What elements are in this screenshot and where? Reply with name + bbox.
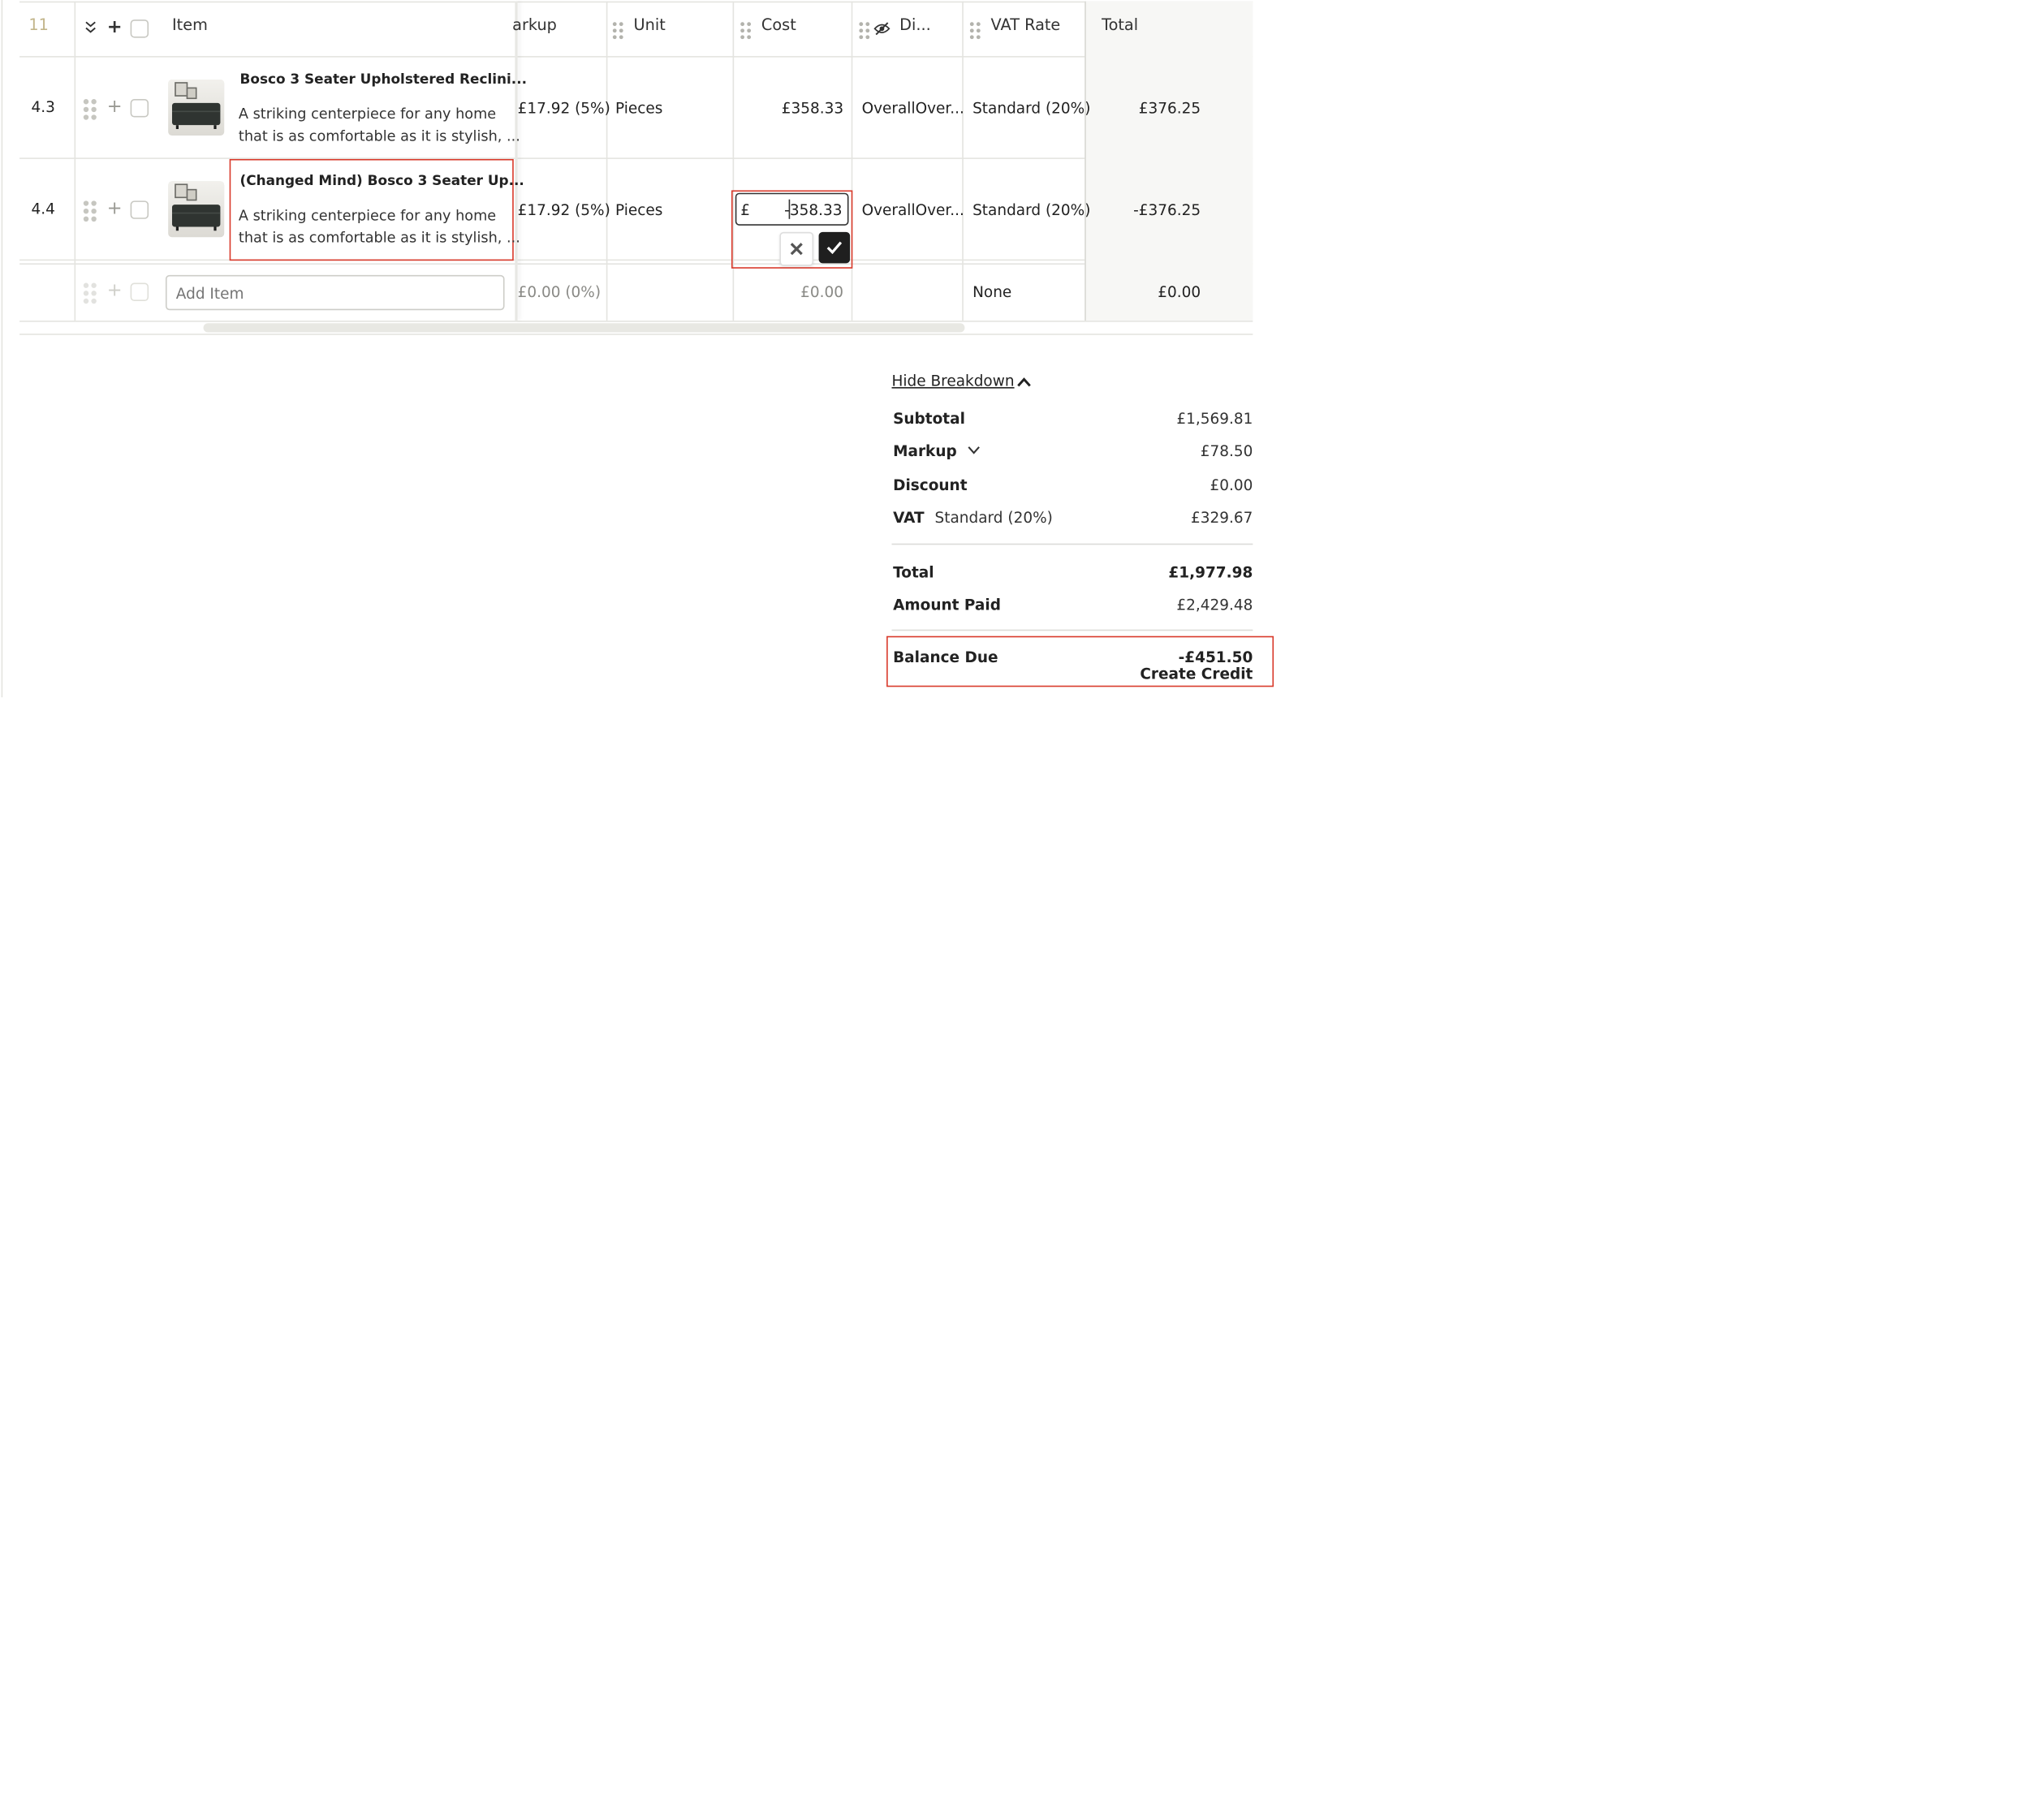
column-total[interactable]: Total [1102,15,1138,33]
column-discount[interactable]: Di... [899,15,931,33]
column-markup[interactable]: arkup [512,15,557,33]
check-icon [826,241,843,255]
item-description: A striking centerpiece for any home [238,207,497,225]
markup-label: Markup [893,441,957,460]
balance-due-label: Balance Due [893,648,998,666]
column-cost[interactable]: Cost [761,15,796,33]
column-unit[interactable]: Unit [634,15,666,33]
markup-value: £78.50 [1200,441,1253,460]
drag-handle-icon[interactable] [83,200,97,222]
balance-due-value: -£451.50 [1178,648,1253,666]
discount-value[interactable]: OverallOver... [862,99,964,117]
collapse-all-icon[interactable] [84,21,96,34]
cost-value: £0.00 [800,282,844,301]
total-value: £1,977.98 [1168,562,1253,582]
drag-handle-icon[interactable] [740,22,752,40]
markup-value[interactable]: £17.92 (5%) [518,99,610,117]
total-value: £376.25 [1138,99,1201,118]
amount-paid-label: Amount Paid [893,595,1001,614]
item-title[interactable]: Bosco 3 Seater Upholstered Reclini... [240,71,528,87]
add-section-plus-icon[interactable]: + [107,18,123,36]
cancel-edit-button[interactable] [779,231,814,266]
product-thumbnail [168,181,225,238]
vat-type: Standard (20%) [934,508,1053,527]
drag-handle-icon[interactable] [612,22,623,40]
add-below-plus-icon[interactable]: + [107,97,123,115]
row-number: 4.3 [31,97,55,116]
column-item[interactable]: Item [172,15,208,33]
create-credit-link[interactable]: Create Credit [1069,665,1253,683]
drag-handle-icon [83,282,97,304]
item-description: that is as comfortable as it is stylish,… [238,127,520,145]
markup-value[interactable]: £17.92 (5%) [518,200,610,218]
chevron-down-icon[interactable] [968,446,981,454]
row-checkbox[interactable] [130,200,149,219]
product-thumbnail [168,79,225,136]
cost-input-value[interactable]: -358.33 [784,200,842,218]
vat-rate-value[interactable]: Standard (20%) [972,200,1090,218]
close-icon [790,243,803,256]
drag-handle-icon[interactable] [969,22,981,40]
plus-icon: + [106,280,123,301]
unit-value[interactable]: Pieces [615,99,662,117]
add-below-plus-icon[interactable]: + [107,200,123,218]
item-description: that is as comfortable as it is stylish,… [238,229,520,247]
row-count: 11 [28,15,49,34]
markup-value: £0.00 (0%) [517,282,602,301]
total-value: £0.00 [1158,282,1201,301]
row-number: 4.4 [31,199,55,218]
drag-handle-icon[interactable] [83,99,97,120]
vat-label: VAT [893,508,925,527]
cost-edit-input[interactable]: £ -358.33 [735,192,849,226]
vat-rate-value[interactable]: None [972,283,1011,301]
vat-value: £329.67 [1190,508,1253,527]
discount-value[interactable]: OverallOver... [862,200,964,218]
discount-label: Discount [893,476,968,494]
add-item-input[interactable] [165,274,505,311]
total-label: Total [893,562,934,582]
chevron-up-icon[interactable] [1017,377,1032,387]
amount-paid-value: £2,429.48 [1176,595,1253,614]
horizontal-scrollbar[interactable] [203,323,965,333]
eye-off-icon[interactable] [873,22,890,36]
subtotal-label: Subtotal [893,409,965,428]
select-all-checkbox[interactable] [130,19,149,38]
confirm-edit-button[interactable] [818,231,851,264]
item-title[interactable]: (Changed Mind) Bosco 3 Seater Up... [240,174,524,189]
unit-value[interactable]: Pieces [615,200,662,218]
column-vat-rate[interactable]: VAT Rate [991,15,1061,33]
cost-value[interactable]: £358.33 [734,99,843,117]
total-value: -£376.25 [1133,200,1201,219]
hide-breakdown-link[interactable]: Hide Breakdown [892,372,1015,390]
vat-rate-value[interactable]: Standard (20%) [972,99,1090,117]
currency-symbol: £ [740,200,750,219]
drag-handle-icon[interactable] [859,22,870,40]
subtotal-value: £1,569.81 [1176,409,1253,428]
item-description: A striking centerpiece for any home [238,106,497,123]
row-checkbox [130,282,149,301]
discount-value: £0.00 [1210,476,1253,494]
row-checkbox[interactable] [130,99,149,118]
